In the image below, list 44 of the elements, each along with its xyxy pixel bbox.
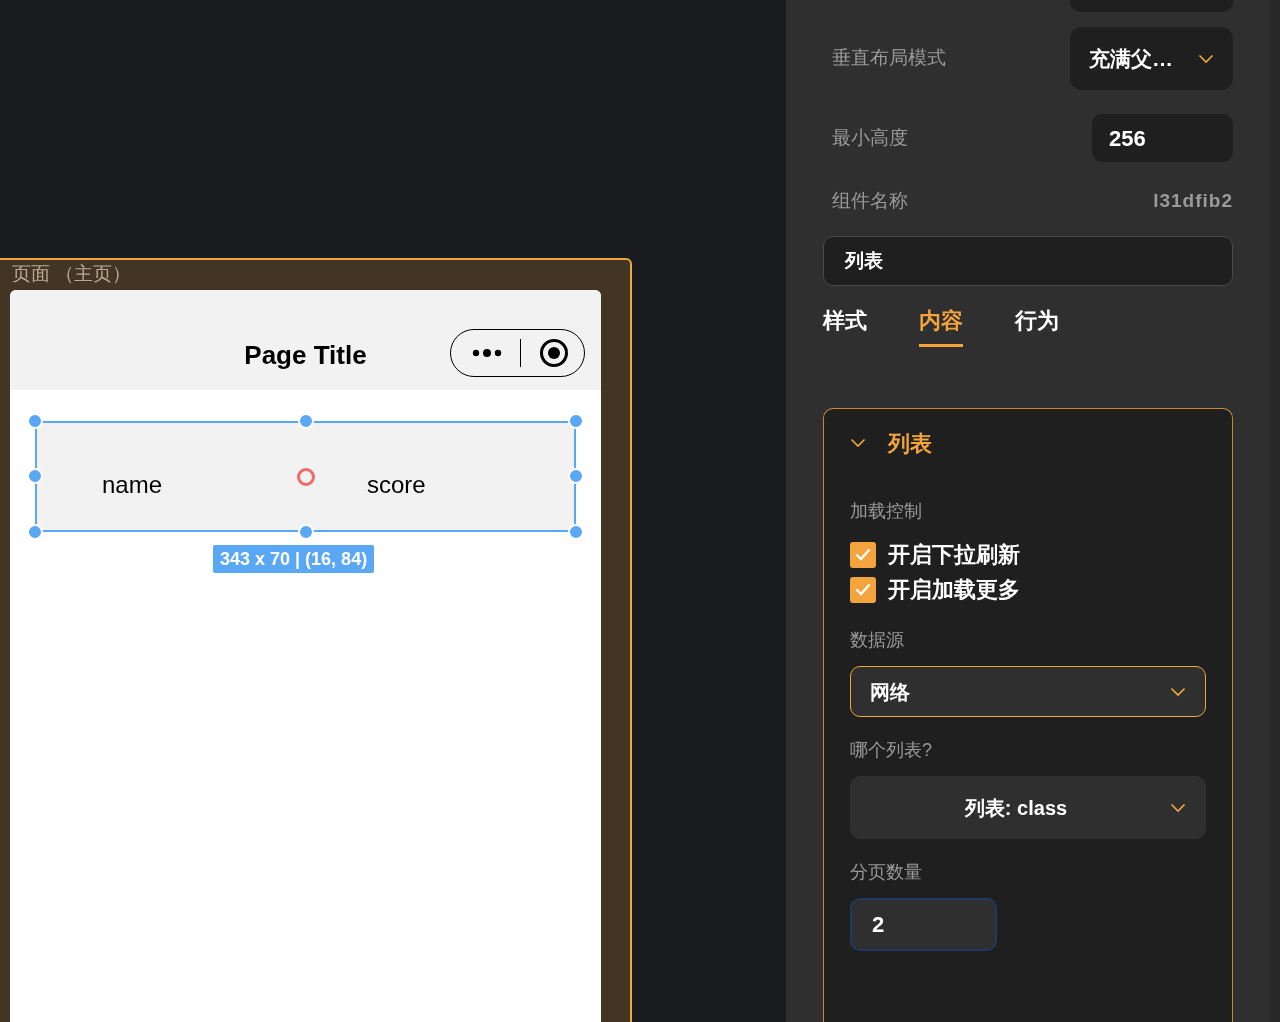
dropdown-select[interactable]: 网络: [850, 666, 1206, 717]
size-label: 343 x 70 | (16, 84): [213, 545, 375, 573]
layout-mode-select[interactable]: 充满父…: [1070, 27, 1233, 90]
tab[interactable]: 行为: [1015, 308, 1059, 352]
property-label: 最小高度: [832, 125, 908, 150]
resize-handle[interactable]: [568, 413, 584, 429]
min-height-input[interactable]: 256: [1092, 114, 1233, 162]
checkbox-option[interactable]: 开启下拉刷新: [850, 537, 1206, 572]
name-input[interactable]: 列表: [823, 236, 1233, 286]
list-field-text: score: [367, 470, 426, 500]
resize-handle[interactable]: [27, 413, 43, 429]
checkmark-icon: [855, 548, 871, 561]
property-label: 垂直布局模式: [832, 46, 946, 71]
checkbox-option[interactable]: 开启加载更多: [850, 572, 1206, 607]
field-label: 分页数量: [850, 861, 923, 884]
component-id: l31dfib2: [1153, 188, 1233, 213]
tab[interactable]: 样式: [823, 308, 867, 352]
list-item[interactable]: name score: [35, 421, 576, 532]
page-label: 页面 （主页）: [12, 262, 133, 286]
field-label: 哪个列表?: [850, 739, 933, 762]
record-icon[interactable]: [539, 338, 569, 368]
chevron-down-icon: [1198, 53, 1214, 64]
tab[interactable]: 内容: [919, 308, 963, 352]
page-size-input[interactable]: 2: [850, 898, 997, 951]
checkbox[interactable]: [850, 541, 876, 568]
page-title: Page Title: [244, 338, 367, 372]
field-label: 数据源: [850, 629, 905, 652]
chevron-icon: [850, 438, 866, 448]
resize-handle[interactable]: [568, 468, 584, 484]
section-header[interactable]: 列表: [850, 410, 932, 476]
resize-handle[interactable]: [298, 413, 314, 429]
checkmark-icon: [855, 583, 871, 596]
field-label: 加载控制: [850, 500, 923, 523]
more-icon[interactable]: [472, 348, 502, 358]
list-field-text: name: [102, 470, 163, 500]
chevron-down-icon: [1170, 686, 1186, 697]
resize-handle[interactable]: [27, 524, 43, 540]
chevron-down-icon: [1170, 802, 1186, 813]
resize-handle[interactable]: [27, 468, 43, 484]
checkbox[interactable]: [850, 576, 876, 603]
dropdown-select[interactable]: 列表: class: [850, 776, 1206, 839]
resize-handle[interactable]: [568, 524, 584, 540]
property-label: 组件名称: [832, 188, 908, 213]
resize-handle[interactable]: [298, 524, 314, 540]
